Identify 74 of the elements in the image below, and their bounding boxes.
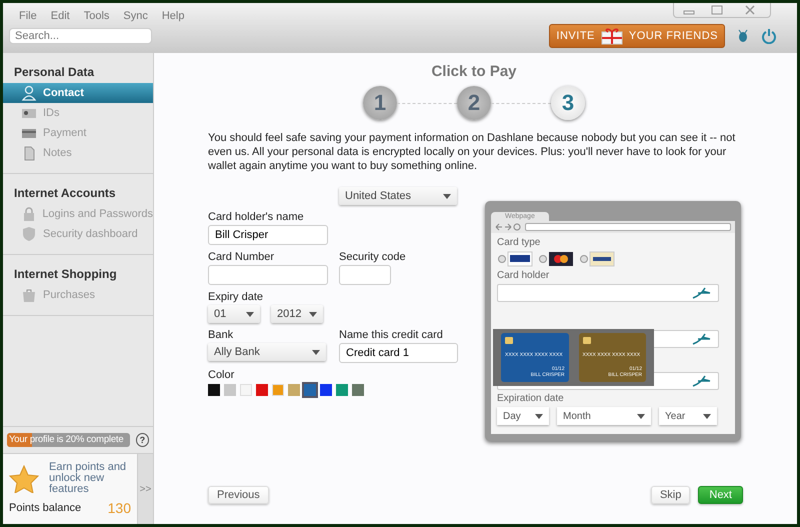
- country-select[interactable]: United States: [339, 187, 457, 205]
- color-swatch[interactable]: [224, 384, 236, 396]
- page-title: Click to Pay: [430, 63, 518, 80]
- color-swatch[interactable]: [256, 384, 268, 396]
- color-swatch[interactable]: [208, 384, 220, 396]
- power-icon[interactable]: [761, 28, 777, 44]
- bag-icon: [21, 287, 37, 303]
- input-field[interactable]: Bill Crisper: [208, 225, 328, 245]
- caret-icon: [312, 350, 320, 354]
- menu-item[interactable]: Edit: [50, 10, 70, 22]
- section-title: Internet Shopping: [13, 267, 118, 283]
- sidebar-item[interactable]: Notes: [3, 143, 153, 163]
- skip-button[interactable]: Skip: [650, 486, 690, 504]
- menu-item[interactable]: Sync: [123, 10, 148, 22]
- month-select[interactable]: 01: [208, 305, 260, 323]
- color-swatch[interactable]: [336, 384, 348, 396]
- section-title: Internet Accounts: [13, 186, 117, 202]
- shield-icon: [21, 226, 37, 242]
- bank-select[interactable]: Ally Bank: [208, 343, 326, 361]
- sidebar-item[interactable]: Payment: [3, 123, 153, 143]
- search-field[interactable]: Search...: [9, 28, 152, 44]
- color-swatch[interactable]: [272, 384, 284, 396]
- caret-icon: [246, 312, 254, 316]
- input-field[interactable]: [339, 265, 391, 285]
- caret-icon: [637, 414, 645, 418]
- points-value: 130: [108, 500, 131, 516]
- step-indicator[interactable]: 3: [551, 86, 585, 120]
- navigation-icon: [495, 223, 521, 231]
- gift-icon: [598, 27, 625, 45]
- color-swatch[interactable]: [288, 384, 300, 396]
- previous-button[interactable]: Previous: [208, 486, 269, 504]
- caret-icon: [535, 414, 543, 418]
- caret-icon: [443, 194, 451, 198]
- sidebar-item[interactable]: Logins and Passwords: [3, 204, 153, 224]
- input-field[interactable]: [208, 265, 328, 285]
- person-icon: [21, 85, 37, 101]
- lock-icon: [21, 206, 36, 222]
- color-swatch[interactable]: [320, 384, 332, 396]
- menu-item[interactable]: Tools: [84, 10, 110, 22]
- help-button[interactable]: ?: [136, 433, 149, 447]
- field-label: Security code: [339, 250, 407, 263]
- form-label: Card type: [497, 237, 542, 248]
- section-title: Personal Data: [13, 65, 96, 81]
- caret-icon: [703, 414, 711, 418]
- points-label: Points balance: [9, 502, 82, 514]
- menu-item[interactable]: File: [19, 10, 37, 22]
- sidebar-item[interactable]: Security dashboard: [3, 224, 153, 244]
- sidebar-item[interactable]: IDs: [3, 103, 153, 123]
- promo-text: Earn points and unlock new features: [49, 462, 128, 495]
- sidebar-item[interactable]: Purchases: [3, 285, 153, 305]
- step-indicator[interactable]: 1: [363, 86, 397, 120]
- field-label: Card holder's name: [208, 210, 305, 223]
- color-swatch[interactable]: [240, 384, 252, 396]
- field-label: Bank: [208, 328, 234, 341]
- caret-icon: [309, 312, 317, 316]
- input-field[interactable]: Credit card 1: [339, 343, 458, 363]
- field-label: Color: [208, 368, 236, 381]
- menu-item[interactable]: Help: [162, 10, 184, 22]
- expand-button[interactable]: >>: [137, 454, 153, 524]
- invite-friends-button[interactable]: INVITE YOUR FRIENDS: [549, 24, 725, 48]
- color-swatch[interactable]: [352, 384, 364, 396]
- color-swatch[interactable]: [304, 384, 316, 396]
- field-label: Card Number: [208, 250, 276, 263]
- next-button[interactable]: Next: [698, 486, 743, 504]
- year-select[interactable]: 2012: [271, 305, 323, 323]
- bug-icon[interactable]: [737, 29, 749, 43]
- form-label: Card holder: [497, 270, 550, 281]
- form-label: Expiration date: [497, 393, 565, 404]
- star-icon: [9, 464, 39, 492]
- field-label: Expiry date: [208, 290, 264, 303]
- step-indicator[interactable]: 2: [457, 86, 491, 120]
- intro-text: You should feel safe saving your payment information on Dashlane because nobody but you can see it -- not even us. All your personal data is encrypted locally on your devices. Plus: you'll never have to look for your wallet again anytime you want to buy something online.: [208, 131, 736, 173]
- sidebar-item[interactable]: Contact: [3, 83, 153, 103]
- field-label: Name this credit card: [339, 328, 444, 341]
